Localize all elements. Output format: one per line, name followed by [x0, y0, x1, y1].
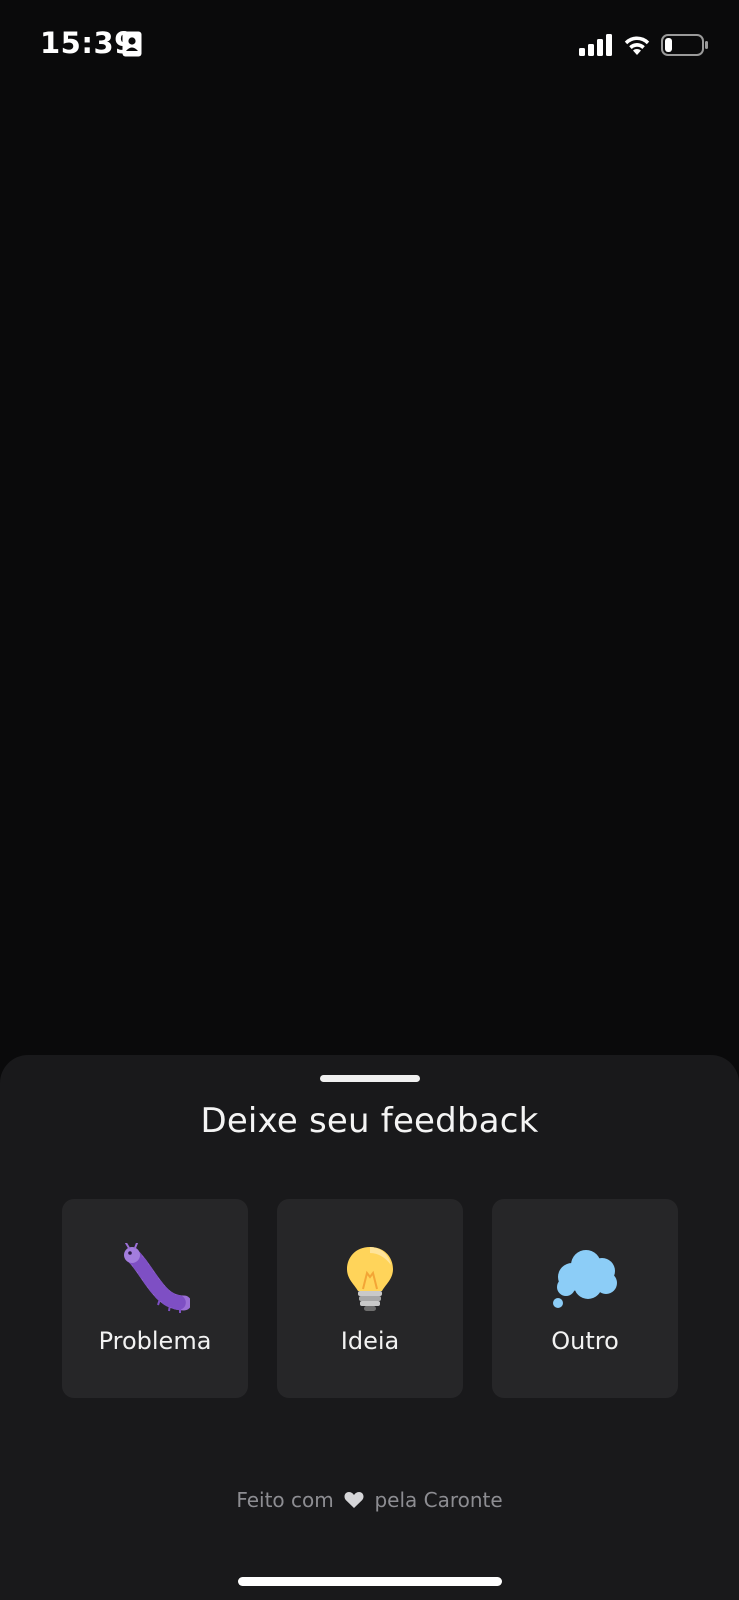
option-problema-button[interactable]: Problema [62, 1199, 248, 1398]
option-label: Outro [551, 1327, 619, 1355]
option-outro-button[interactable]: Outro [492, 1199, 678, 1398]
screen: 15:39 Deixe seu feedback Problema Ideia … [0, 0, 739, 1600]
option-label: Ideia [340, 1327, 400, 1355]
status-time: 15:39 [40, 26, 135, 60]
battery-icon [661, 34, 708, 56]
sheet-title: Deixe seu feedback [200, 1101, 539, 1141]
footer-text-after: pela Caronte [374, 1488, 503, 1512]
option-label: Problema [98, 1327, 212, 1355]
signal-icon [579, 34, 612, 56]
bug-icon [124, 1243, 190, 1313]
footer-text-before: Feito com [236, 1488, 334, 1512]
feedback-sheet: Deixe seu feedback Problema Ideia Outro … [0, 1055, 739, 1600]
contact-card-icon [122, 31, 142, 57]
status-right [579, 30, 709, 60]
home-indicator[interactable] [237, 1577, 502, 1586]
feedback-options: Problema Ideia Outro [62, 1199, 678, 1398]
sheet-drag-handle[interactable] [319, 1075, 420, 1082]
option-ideia-button[interactable]: Ideia [277, 1199, 463, 1398]
wifi-icon [624, 36, 650, 55]
footer-credit: Feito com pela Caronte [0, 1488, 739, 1512]
status-bar: 15:39 [0, 0, 739, 90]
thought-bubble-icon [553, 1250, 617, 1308]
heart-icon [344, 1492, 364, 1508]
lightbulb-icon [347, 1247, 393, 1311]
